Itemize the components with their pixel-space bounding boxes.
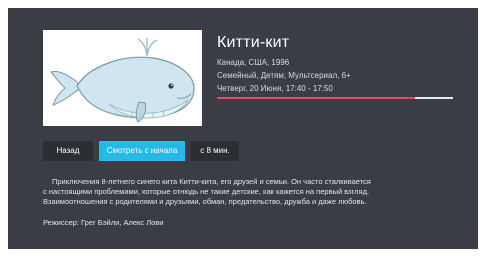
program-schedule: Четверг, 20 Июня, 17:40 - 17:50 — [217, 84, 333, 93]
resume-from-8-min-button[interactable]: с 8 мин. — [191, 141, 239, 161]
tv-screen: Китти-кит Канада, США, 1996 Семейный, Де… — [8, 8, 478, 249]
playback-progress-bar — [217, 97, 453, 99]
program-country-year: Канада, США, 1996 — [217, 58, 290, 67]
playback-progress-fill — [217, 97, 416, 99]
poster-image — [43, 30, 202, 126]
back-button[interactable]: Назад — [43, 141, 93, 161]
program-description: Приключения 8-летнего синего кита Китти-… — [43, 177, 453, 207]
description-line: Взаимоотношения с родителями и друзьями,… — [43, 197, 367, 206]
watch-from-start-button[interactable]: Смотреть с начала — [99, 141, 185, 161]
program-genres: Семейный, Детям, Мультсериал, 6+ — [217, 71, 351, 80]
program-title: Китти-кит — [217, 34, 290, 51]
program-director: Режиссер: Грег Бэйли, Алекс Лови — [43, 218, 164, 227]
whale-illustration — [50, 38, 195, 123]
description-line: с настоящими проблемами, которые отнюдь … — [43, 187, 370, 196]
description-line: Приключения 8-летнего синего кита Китти-… — [52, 177, 371, 186]
